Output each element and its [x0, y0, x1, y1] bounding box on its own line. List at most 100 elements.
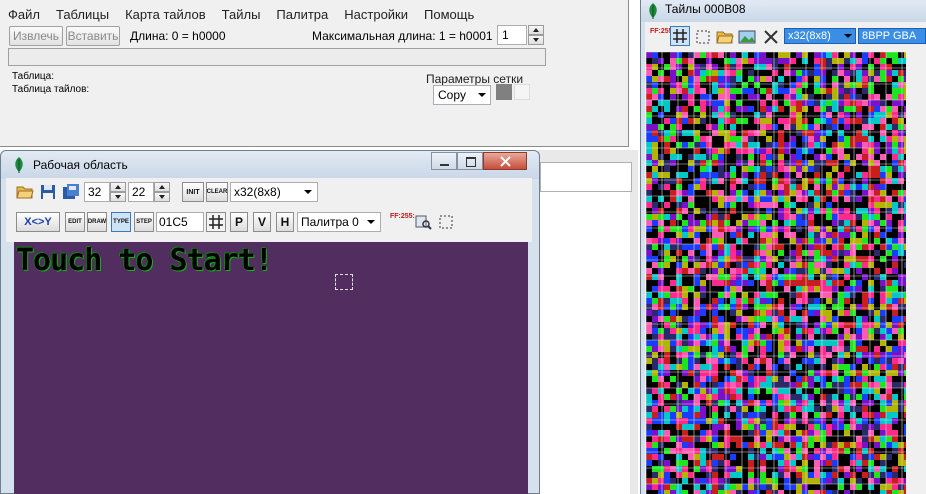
- tile-pixel: [646, 322, 652, 328]
- tile-pixel: [808, 244, 814, 250]
- width-down-button[interactable]: [110, 192, 126, 202]
- tile-pixel: [652, 58, 658, 64]
- tiles-selection-icon[interactable]: [694, 28, 712, 46]
- tile-pixel: [652, 406, 658, 412]
- tile-pixel: [676, 52, 682, 58]
- copy-mode-select[interactable]: Copy: [433, 85, 491, 105]
- priority-button[interactable]: P: [230, 212, 248, 232]
- close-button[interactable]: [483, 152, 527, 170]
- tiles-ff-255-icon[interactable]: FF:255:: [650, 28, 675, 46]
- grid-color-swatch[interactable]: [496, 84, 512, 100]
- menu-help[interactable]: Помощь: [416, 7, 482, 22]
- selection-icon[interactable]: [437, 213, 455, 231]
- grid-bg-swatch[interactable]: [514, 84, 530, 100]
- tile-pixel: [790, 58, 796, 64]
- max-length-up-button[interactable]: [528, 25, 544, 35]
- workspace-titlebar[interactable]: Рабочая область: [1, 151, 539, 179]
- insert-button[interactable]: Вставить: [66, 26, 120, 46]
- menu-tilemap[interactable]: Карта тайлов: [117, 7, 214, 22]
- menu-palette[interactable]: Палитра: [268, 7, 336, 22]
- tiles-open-icon[interactable]: [716, 28, 734, 46]
- tile-pixel: [838, 448, 844, 454]
- init-button[interactable]: INIT: [182, 182, 204, 202]
- tile-pixel: [742, 292, 748, 298]
- tile-pixel: [856, 238, 862, 244]
- max-length-input[interactable]: 1: [497, 25, 527, 45]
- tile-pixel: [652, 88, 658, 94]
- tile-pixel: [844, 448, 850, 454]
- menu-tiles[interactable]: Тайлы: [214, 7, 269, 22]
- tiles-bpp-mode-field[interactable]: 8BPP GBA: [858, 28, 926, 44]
- tiles-grid-canvas[interactable]: [646, 52, 906, 494]
- swap-xy-button[interactable]: X<>Y: [16, 212, 60, 232]
- max-length-down-button[interactable]: [528, 35, 544, 45]
- save-as-icon[interactable]: [62, 183, 80, 201]
- tile-pixel: [748, 220, 754, 226]
- tile-pixel: [820, 400, 826, 406]
- tile-pixel: [874, 382, 880, 388]
- tiles-tile-size-select[interactable]: x32(8x8): [784, 28, 856, 44]
- tiles-grid-toggle-icon[interactable]: [670, 26, 690, 46]
- clear-button[interactable]: CLEAR: [206, 182, 228, 202]
- tiles-close-icon[interactable]: [762, 28, 780, 46]
- workspace-canvas[interactable]: [14, 242, 528, 494]
- minimize-button[interactable]: [431, 152, 457, 170]
- tile-pixel: [808, 442, 814, 448]
- tile-pixel: [868, 76, 874, 82]
- tile-pixel: [826, 448, 832, 454]
- menu-settings[interactable]: Настройки: [336, 7, 416, 22]
- find-tile-icon[interactable]: [414, 213, 432, 231]
- step-mode-button[interactable]: STEP: [134, 212, 154, 232]
- tile-pixel: [880, 130, 886, 136]
- grid-toggle-icon[interactable]: [206, 212, 226, 232]
- tile-pixel: [724, 256, 730, 262]
- hflip-button[interactable]: H: [276, 212, 294, 232]
- tile-pixel: [880, 460, 886, 466]
- tile-pixel: [646, 118, 652, 124]
- tiles-titlebar[interactable]: Тайлы 000B08: [641, 0, 926, 22]
- tile-pixel: [820, 208, 826, 214]
- height-up-button[interactable]: [154, 182, 170, 192]
- tile-pixel: [718, 76, 724, 82]
- tile-pixel: [772, 418, 778, 424]
- type-mode-button[interactable]: TYPE: [111, 212, 131, 232]
- tile-pixel: [676, 466, 682, 472]
- edit-mode-button[interactable]: EDIT: [65, 212, 85, 232]
- workspace-tile-size-select[interactable]: x32(8x8): [230, 182, 318, 202]
- tile-pixel: [670, 178, 676, 184]
- tile-pixel: [826, 310, 832, 316]
- draw-mode-button[interactable]: DRAW: [87, 212, 107, 232]
- tile-pixel: [676, 352, 682, 358]
- tile-pixel: [700, 106, 706, 112]
- tile-pixel: [880, 490, 886, 494]
- tile-pixel: [850, 334, 856, 340]
- tile-pixel: [892, 208, 898, 214]
- tiles-image-icon[interactable]: [738, 28, 756, 46]
- save-icon[interactable]: [39, 183, 57, 201]
- open-folder-icon[interactable]: [16, 183, 34, 201]
- tile-pixel: [868, 118, 874, 124]
- tile-pixel: [814, 412, 820, 418]
- workspace-height-input[interactable]: 22: [128, 182, 154, 202]
- menu-file[interactable]: Файл: [0, 7, 48, 22]
- tile-pixel: [778, 166, 784, 172]
- menu-tables[interactable]: Таблицы: [48, 7, 117, 22]
- tile-pixel: [736, 232, 742, 238]
- maximize-button[interactable]: [457, 152, 483, 170]
- tile-pixel: [832, 448, 838, 454]
- palette-select[interactable]: Палитра 0: [297, 212, 381, 232]
- tile-pixel: [844, 286, 850, 292]
- workspace-width-input[interactable]: 32: [84, 182, 110, 202]
- tiles-scroll-area[interactable]: [906, 52, 926, 494]
- tile-id-input[interactable]: 01C5: [156, 212, 204, 232]
- tile-pixel: [778, 406, 784, 412]
- height-down-button[interactable]: [154, 192, 170, 202]
- tile-pixel: [892, 118, 898, 124]
- vflip-button[interactable]: V: [253, 212, 271, 232]
- tile-pixel: [802, 412, 808, 418]
- extract-button[interactable]: Извлечь: [9, 26, 63, 46]
- tile-pixel: [808, 310, 814, 316]
- tile-pixel: [718, 454, 724, 460]
- ff-255-icon[interactable]: FF:255:: [390, 213, 415, 231]
- width-up-button[interactable]: [110, 182, 126, 192]
